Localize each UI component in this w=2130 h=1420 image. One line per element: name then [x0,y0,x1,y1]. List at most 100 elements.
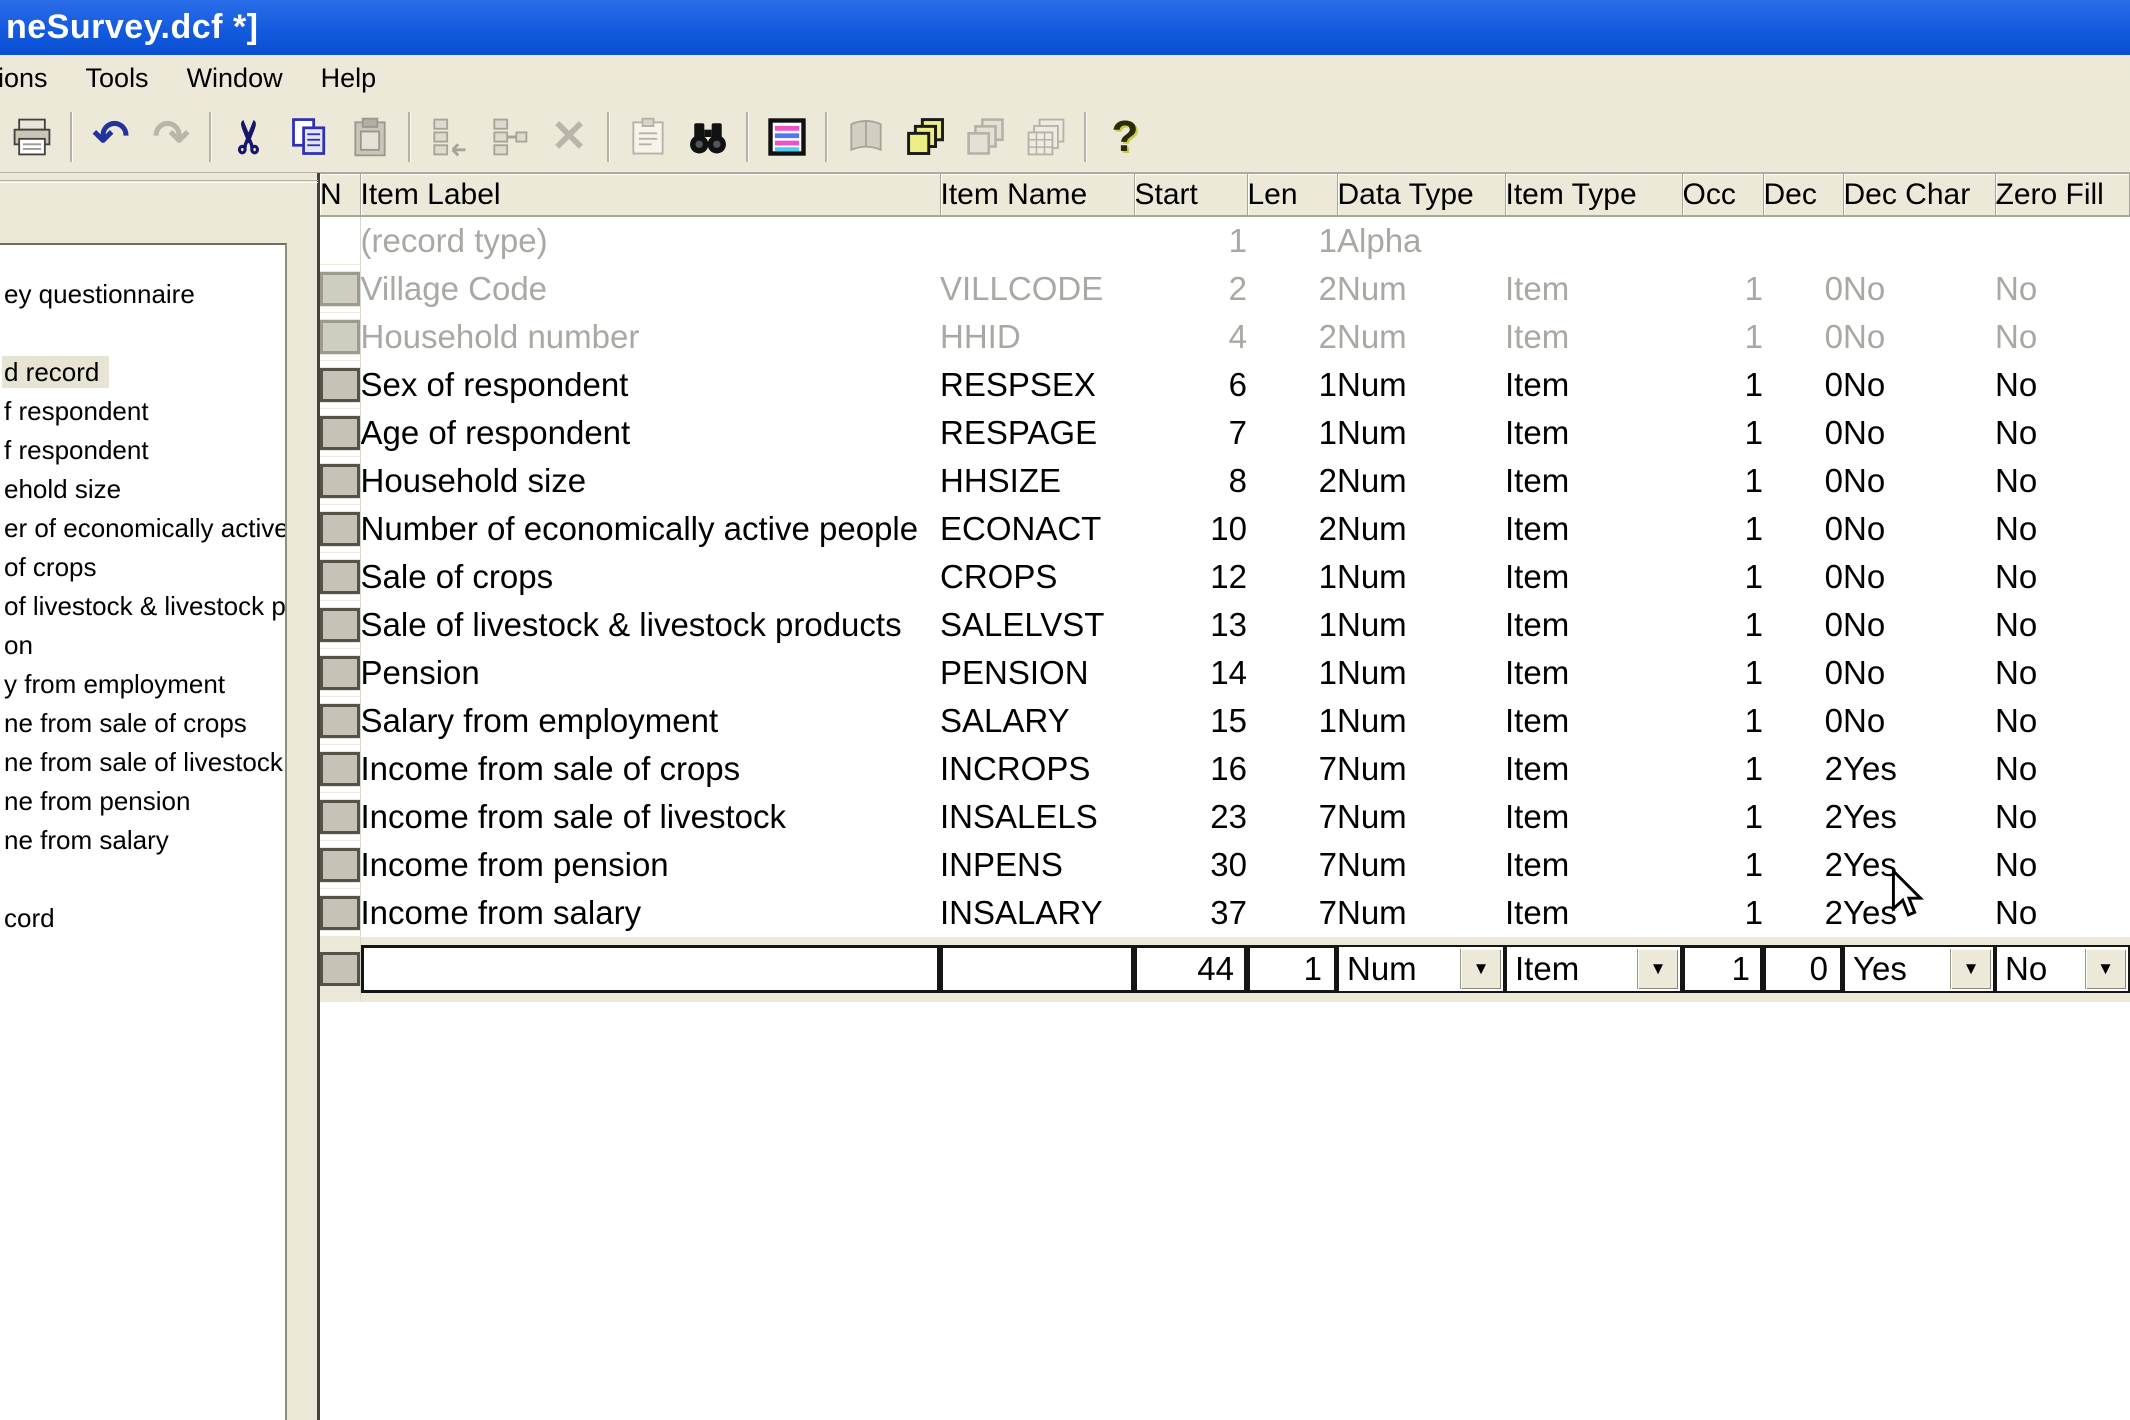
dropdown-arrow-icon[interactable]: ▼ [1460,949,1501,989]
undo-icon[interactable]: ↶ [87,110,135,164]
cell-item-type[interactable]: Item [1505,313,1682,361]
item-checkbox[interactable] [320,464,360,498]
cell-start[interactable]: 23 [1134,793,1247,841]
cell-dec-char[interactable]: No [1843,601,1995,649]
table-row[interactable]: Age of respondentRESPAGE71NumItem10NoNo [320,409,2130,457]
table-row[interactable]: Sale of cropsCROPS121NumItem10NoNo [320,553,2130,601]
table-row[interactable]: Income from sale of livestockINSALELS237… [320,793,2130,841]
cell-name[interactable]: SALELVST [940,601,1134,649]
cell-label[interactable]: Sale of crops [360,553,940,601]
cell-dec-char[interactable]: Yes [1843,793,1995,841]
cell-label[interactable]: Income from salary [360,889,940,937]
tree-item[interactable]: of livestock & livestock pr [0,587,285,626]
cell-name[interactable]: VILLCODE [940,265,1134,313]
item-checkbox[interactable] [320,800,360,834]
cell-occ[interactable]: 1 [1682,409,1763,457]
cell-len[interactable]: 1 [1247,216,1337,265]
cell-start[interactable]: 4 [1134,313,1247,361]
cell-dec[interactable]: 0 [1763,697,1843,745]
cell-name[interactable]: CROPS [940,553,1134,601]
table-row[interactable]: Income from sale of cropsINCROPS167NumIt… [320,745,2130,793]
cell-item-type[interactable]: Item [1505,361,1682,409]
help-icon[interactable]: ? [1101,110,1149,164]
cell-label[interactable]: Income from sale of livestock [360,793,940,841]
cell-occ[interactable]: 1 [1682,841,1763,889]
cell-len[interactable]: 7 [1247,793,1337,841]
cell-data-type[interactable]: Num [1337,697,1505,745]
cell-len[interactable]: 2 [1247,457,1337,505]
cell-zero-fill[interactable]: No [1995,361,2130,409]
cell-data-type[interactable]: Num [1337,505,1505,553]
cell-dec[interactable]: 0 [1763,265,1843,313]
cell-dec-char[interactable] [1843,216,1995,265]
cell-zero-fill[interactable]: No [1995,409,2130,457]
cell-occ[interactable]: 1 [1682,601,1763,649]
cell-zero-fill[interactable]: No [1995,697,2130,745]
cell-occ[interactable]: 1 [1682,361,1763,409]
cell-dec[interactable]: 0 [1763,553,1843,601]
cell-label[interactable]: Sale of livestock & livestock products [360,601,940,649]
cell-data-type[interactable]: Num [1337,841,1505,889]
cell-item-type[interactable]: Item [1505,409,1682,457]
tree-item[interactable]: y from employment [0,665,285,704]
table-row[interactable]: Village CodeVILLCODE22NumItem10NoNo [320,265,2130,313]
edit-item-name-input[interactable] [940,945,1134,993]
cell-zero-fill[interactable] [1995,216,2130,265]
copy-icon[interactable] [286,110,334,164]
table-row[interactable]: Sale of livestock & livestock productsSA… [320,601,2130,649]
cell-start[interactable]: 2 [1134,265,1247,313]
cell-len[interactable]: 7 [1247,745,1337,793]
item-checkbox[interactable] [320,320,360,354]
tree-item[interactable]: d record [0,353,285,392]
cell-label[interactable]: Household number [360,313,940,361]
table-row[interactable]: Household sizeHHSIZE82NumItem10NoNo [320,457,2130,505]
cell-data-type[interactable]: Num [1337,313,1505,361]
cell-start[interactable]: 6 [1134,361,1247,409]
cell-dec[interactable]: 0 [1763,409,1843,457]
copy-structure-icon[interactable] [902,110,950,164]
menu-item-window[interactable]: Window [183,61,287,96]
cell-occ[interactable]: 1 [1682,505,1763,553]
cell-dec-char[interactable]: No [1843,313,1995,361]
cell-name[interactable]: RESPSEX [940,361,1134,409]
item-checkbox[interactable] [320,368,360,402]
cell-label[interactable]: (record type) [360,216,940,265]
tree-item[interactable]: f respondent [0,431,285,470]
cell-dec[interactable]: 0 [1763,361,1843,409]
cell-data-type[interactable]: Num [1337,361,1505,409]
cell-zero-fill[interactable]: No [1995,601,2130,649]
cell-start[interactable]: 13 [1134,601,1247,649]
cell-len[interactable]: 1 [1247,697,1337,745]
cell-zero-fill[interactable]: No [1995,649,2130,697]
edit-len-input[interactable]: 1 [1247,945,1337,993]
item-checkbox[interactable] [320,952,360,986]
edit-occ-input[interactable]: 1 [1682,945,1763,993]
item-checkbox[interactable] [320,656,360,690]
cell-len[interactable]: 1 [1247,409,1337,457]
cell-len[interactable]: 1 [1247,649,1337,697]
cell-item-type[interactable]: Item [1505,697,1682,745]
cell-data-type[interactable]: Num [1337,457,1505,505]
cell-label[interactable]: Village Code [360,265,940,313]
cell-name[interactable]: PENSION [940,649,1134,697]
cell-occ[interactable]: 1 [1682,265,1763,313]
tree-item[interactable]: on [0,626,285,665]
tree-item[interactable]: ne from salary [0,821,285,860]
cell-item-type[interactable]: Item [1505,457,1682,505]
cell-zero-fill[interactable]: No [1995,889,2130,937]
cell-dec[interactable]: 0 [1763,313,1843,361]
item-checkbox[interactable] [320,272,360,306]
table-row[interactable]: Sex of respondentRESPSEX61NumItem10NoNo [320,361,2130,409]
cell-name[interactable]: INSALARY [940,889,1134,937]
menu-item-help[interactable]: Help [317,61,381,96]
find-icon[interactable] [684,110,732,164]
dropdown-arrow-icon[interactable]: ▼ [2085,949,2126,989]
cell-occ[interactable]: 1 [1682,697,1763,745]
cell-occ[interactable]: 1 [1682,889,1763,937]
tree-item[interactable]: ey questionnaire [0,275,285,314]
cell-len[interactable]: 7 [1247,889,1337,937]
cell-zero-fill[interactable]: No [1995,841,2130,889]
tree-item[interactable]: f respondent [0,392,285,431]
cell-zero-fill[interactable]: No [1995,457,2130,505]
cell-occ[interactable]: 1 [1682,649,1763,697]
